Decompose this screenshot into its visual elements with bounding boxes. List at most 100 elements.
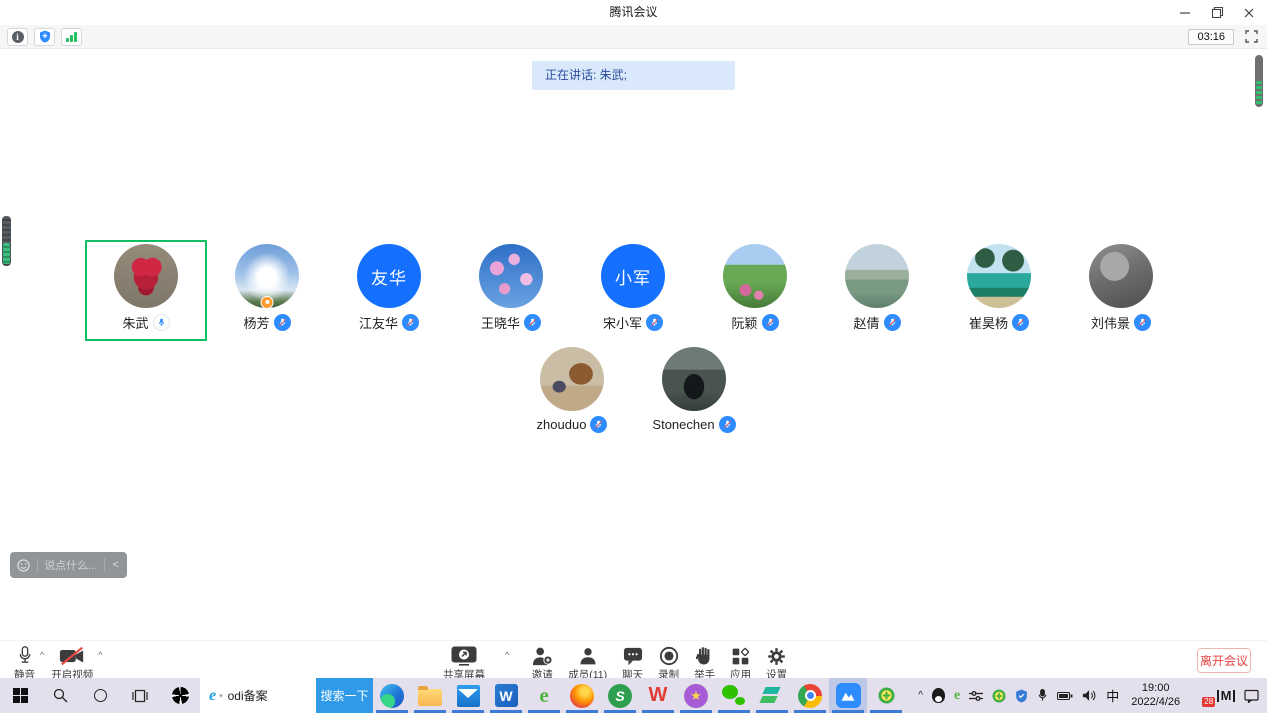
qq-icon[interactable]: [932, 688, 945, 703]
invite-button[interactable]: 邀请: [531, 645, 553, 682]
start-button[interactable]: [0, 678, 40, 713]
taskbar-app-flow[interactable]: [753, 678, 791, 713]
quick-chat-bar[interactable]: 说点什么... <: [10, 552, 127, 578]
host-badge-icon: [261, 296, 274, 309]
mic-muted-icon[interactable]: [274, 314, 291, 331]
tray-mic-icon[interactable]: [1037, 688, 1048, 703]
system-tray: ^ e 中 19:00 2022/4/26: [918, 682, 1267, 710]
word-icon: W: [495, 684, 518, 707]
tray-green-coin-icon[interactable]: [992, 689, 1006, 703]
sliders-icon[interactable]: [969, 690, 983, 702]
members-icon: [578, 645, 598, 666]
security-button[interactable]: [34, 28, 55, 46]
participant-tile[interactable]: 王晓华: [450, 240, 572, 341]
speaker-icon[interactable]: [1082, 689, 1097, 702]
mic-muted-icon[interactable]: [719, 416, 736, 433]
share-screen-button[interactable]: 共享屏幕: [443, 645, 485, 682]
wps-icon: W: [649, 684, 668, 707]
restore-button[interactable]: [1201, 0, 1233, 25]
hidden-icons-chevron[interactable]: ^: [918, 690, 923, 701]
mic-muted-icon[interactable]: [524, 314, 541, 331]
record-button[interactable]: 录制: [658, 645, 679, 682]
collapse-chat-button[interactable]: <: [105, 559, 127, 571]
participant-tile[interactable]: 友华 江友华: [328, 240, 450, 341]
participant-tile[interactable]: 杨芳: [206, 240, 328, 341]
meeting-info-button[interactable]: i: [7, 28, 28, 46]
chat-input-placeholder[interactable]: 说点什么...: [37, 557, 104, 573]
cortana-button[interactable]: [80, 678, 120, 713]
mic-muted-icon[interactable]: [884, 314, 901, 331]
search-dropdown-caret[interactable]: ▾: [219, 692, 223, 700]
avatar: [479, 244, 543, 308]
mic-options-chevron[interactable]: ^: [40, 650, 44, 660]
raise-hand-button[interactable]: 举手: [694, 645, 715, 682]
taskbar-app-firefox[interactable]: [563, 678, 601, 713]
taskbar-app-mail[interactable]: [449, 678, 487, 713]
notification-app-icon[interactable]: 28: [1192, 688, 1208, 704]
topbar-right: 03:16: [1188, 28, 1260, 46]
pinned-app-pinwheel[interactable]: [160, 678, 200, 713]
search-submit-button[interactable]: 搜索一下: [316, 678, 373, 713]
apps-button[interactable]: 应用: [730, 645, 751, 682]
mic-muted-icon[interactable]: [762, 314, 779, 331]
mic-muted-icon[interactable]: [1012, 314, 1029, 331]
mic-on-icon[interactable]: [153, 314, 170, 331]
settings-button[interactable]: 设置: [766, 645, 787, 682]
im-app-icon[interactable]: M: [1217, 688, 1235, 703]
participant-tile[interactable]: 赵倩: [816, 240, 938, 341]
emoji-icon[interactable]: [17, 559, 30, 572]
participant-tile[interactable]: 崔昊杨: [938, 240, 1060, 341]
leave-meeting-button[interactable]: 离开会议: [1197, 648, 1251, 673]
tray-green-e-icon[interactable]: e: [954, 688, 960, 704]
mute-button[interactable]: 静音: [14, 645, 35, 682]
taskbar-app-caj[interactable]: S: [601, 678, 639, 713]
participant-tile[interactable]: 朱武: [85, 240, 207, 341]
participant-tile[interactable]: 小军 宋小军: [572, 240, 694, 341]
task-view-button[interactable]: [120, 678, 160, 713]
raise-hand-icon: [696, 645, 713, 666]
share-options-chevron[interactable]: ^: [505, 650, 509, 660]
fullscreen-icon: [1245, 30, 1258, 43]
taskbar-app-ie-green[interactable]: e: [525, 678, 563, 713]
taskbar-app-star[interactable]: ★: [677, 678, 715, 713]
search-query-text[interactable]: odi备案: [228, 687, 268, 704]
taskbar-app-edge[interactable]: [373, 678, 411, 713]
taskbar-app-chrome[interactable]: [791, 678, 829, 713]
mic-muted-icon[interactable]: [1134, 314, 1151, 331]
taskbar-app-word[interactable]: W: [487, 678, 525, 713]
taskbar-search-box[interactable]: e ▾ odi备案 搜索一下: [200, 678, 373, 713]
mic-muted-icon[interactable]: [402, 314, 419, 331]
taskbar-search-button[interactable]: [40, 678, 80, 713]
battery-icon[interactable]: [1057, 691, 1073, 701]
participant-tile[interactable]: 刘伟景: [1060, 240, 1182, 341]
participant-name: zhouduo: [537, 417, 587, 432]
participant-tile[interactable]: Stonechen: [633, 343, 755, 444]
fullscreen-button[interactable]: [1242, 28, 1260, 46]
mic-muted-icon[interactable]: [646, 314, 663, 331]
taskbar-app-360[interactable]: [867, 678, 905, 713]
members-button[interactable]: 成员(11): [568, 645, 607, 682]
taskbar-clock[interactable]: 19:00 2022/4/26: [1131, 682, 1180, 710]
start-video-button[interactable]: 开启视频: [51, 645, 93, 682]
ime-indicator[interactable]: 中: [1106, 686, 1119, 705]
taskbar-app-wechat[interactable]: [715, 678, 753, 713]
close-button[interactable]: [1233, 0, 1265, 25]
wechat-icon: [722, 684, 746, 708]
video-options-chevron[interactable]: ^: [98, 650, 102, 660]
mic-muted-icon[interactable]: [590, 416, 607, 433]
participant-tile[interactable]: 阮颖: [694, 240, 816, 341]
taskbar-app-explorer[interactable]: [411, 678, 449, 713]
taskbar-app-meeting[interactable]: [829, 678, 867, 713]
gear-icon: [767, 645, 786, 666]
tray-shield-icon[interactable]: [1015, 689, 1028, 703]
minimize-button[interactable]: [1169, 0, 1201, 25]
network-status-button[interactable]: [61, 28, 82, 46]
scrollbar-volume-indicator[interactable]: [1255, 55, 1263, 107]
participant-tile[interactable]: zhouduo: [511, 343, 633, 444]
taskbar-app-wps[interactable]: W: [639, 678, 677, 713]
toolbar-center: 共享屏幕 ^ 邀请: [443, 645, 787, 682]
action-center-icon[interactable]: [1244, 689, 1259, 703]
participant-name: 刘伟景: [1091, 313, 1130, 332]
chat-button[interactable]: 聊天: [622, 645, 643, 682]
minimize-icon: [1180, 8, 1190, 18]
